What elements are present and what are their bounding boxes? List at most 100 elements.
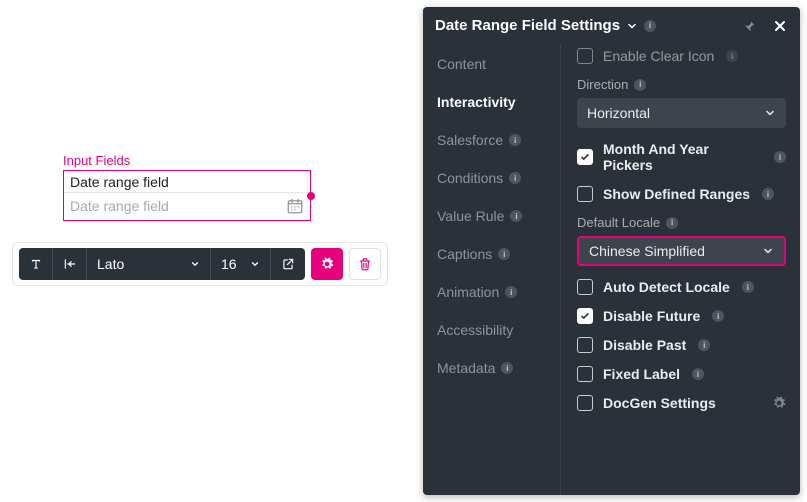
direction-value: Horizontal [587,105,650,121]
align-button[interactable] [53,248,87,280]
check-icon [580,311,590,321]
sidebar-tab-label: Value Rule [437,208,504,224]
sidebar-tab-metadata[interactable]: Metadata i [437,360,560,376]
info-icon[interactable]: i [644,20,656,32]
chevron-down-icon [190,259,200,269]
docgen-settings-row[interactable]: DocGen Settings [577,395,786,411]
info-icon[interactable]: i [505,286,517,298]
sidebar-tab-label: Salesforce [437,132,503,148]
checkbox[interactable] [577,366,593,382]
auto-detect-locale-row[interactable]: Auto Detect Locale i [577,279,786,295]
pin-icon[interactable] [742,19,756,33]
info-icon[interactable]: i [726,50,738,62]
option-label: Month And Year Pickers [603,141,762,173]
sidebar-tab-label: Animation [437,284,499,300]
check-icon [580,152,590,162]
sidebar-tab-conditions[interactable]: Conditionsi [437,170,560,186]
disable-future-row[interactable]: Disable Future i [577,308,786,324]
sidebar-tab-label: Content [437,56,486,72]
settings-panel: Date Range Field Settings i Content Inter… [423,7,800,495]
info-icon[interactable]: i [762,188,774,200]
sidebar-tab-accessibility[interactable]: Accessibility [437,322,560,338]
widget-label: Date range field [64,171,310,193]
settings-column: Enable Clear Icon i Direction i Horizont… [560,44,800,495]
sidebar-tab-label: Metadata [437,360,495,376]
option-label: DocGen Settings [603,395,716,411]
font-size-select[interactable]: 16 [211,248,271,280]
chevron-down-icon [762,245,774,257]
sidebar-tab-label: Accessibility [437,322,513,338]
align-left-icon [63,257,77,271]
info-icon[interactable]: i [509,134,521,146]
calendar-icon[interactable] [286,197,304,215]
trash-icon [358,257,372,271]
option-label: Show Defined Ranges [603,186,750,202]
text-icon [29,257,43,271]
chevron-down-icon[interactable] [626,20,638,32]
fixed-label-row[interactable]: Fixed Label i [577,366,786,382]
default-locale-label: Default Locale i [577,215,786,230]
close-icon[interactable] [772,18,788,34]
info-icon[interactable]: i [712,310,724,322]
info-icon[interactable]: i [498,248,510,260]
widget-input-row[interactable]: Date range field [64,193,310,220]
text-style-button[interactable] [19,248,53,280]
chevron-down-icon [764,107,776,119]
widget-placeholder: Date range field [70,198,282,214]
checkbox[interactable] [577,337,593,353]
direction-select[interactable]: Horizontal [577,98,786,128]
sidebar-tab-salesforce[interactable]: Salesforce i [437,132,560,148]
direction-label: Direction i [577,77,786,92]
widget-frame[interactable]: Date range field Date range field [63,170,311,221]
panel-header: Date Range Field Settings i [423,7,800,44]
enable-clear-icon-row[interactable]: Enable Clear Icon i [577,48,786,64]
checkbox[interactable] [577,149,593,165]
delete-button[interactable] [349,248,381,280]
sidebar-tab-label: Interactivity [437,94,516,110]
checkbox[interactable] [577,48,593,64]
open-external-button[interactable] [271,248,305,280]
font-family-select[interactable]: Lato [87,248,211,280]
sidebar-tab-value-rule[interactable]: Value Rule i [437,208,560,224]
settings-button[interactable] [311,248,343,280]
option-label: Disable Future [603,308,700,324]
default-locale-value: Chinese Simplified [589,243,705,259]
checkbox[interactable] [577,186,593,202]
sidebar-tab-interactivity[interactable]: Interactivity [437,94,560,110]
info-icon[interactable]: i [666,217,678,229]
toolbar-dark-group: Lato 16 [19,248,305,280]
info-icon[interactable]: i [501,362,513,374]
info-icon[interactable]: i [509,172,521,184]
month-year-pickers-row[interactable]: Month And Year Pickers i [577,141,786,173]
format-toolbar: Lato 16 [12,242,388,286]
info-icon[interactable]: i [742,281,754,293]
sidebar-tab-content[interactable]: Content [437,56,560,72]
info-icon[interactable]: i [774,151,786,163]
canvas-date-range-widget[interactable]: Input Fields Date range field Date range… [63,153,311,221]
checkbox[interactable] [577,308,593,324]
font-size-value: 16 [221,256,237,272]
info-icon[interactable]: i [634,79,646,91]
sidebar-tab-label: Captions [437,246,492,262]
info-icon[interactable]: i [510,210,522,222]
option-label: Disable Past [603,337,686,353]
default-locale-select[interactable]: Chinese Simplified [577,236,786,266]
disable-past-row[interactable]: Disable Past i [577,337,786,353]
checkbox[interactable] [577,279,593,295]
option-label: Auto Detect Locale [603,279,730,295]
sidebar-tab-animation[interactable]: Animation i [437,284,560,300]
info-icon[interactable]: i [692,368,704,380]
widget-caption: Input Fields [63,153,311,168]
gear-icon[interactable] [772,396,786,410]
panel-side-tabs: ContentInteractivitySalesforceiCondition… [423,44,560,495]
open-external-icon [281,257,295,271]
show-defined-ranges-row[interactable]: Show Defined Ranges i [577,186,786,202]
gear-icon [320,257,334,271]
option-label: Fixed Label [603,366,680,382]
panel-title: Date Range Field Settings [435,17,620,34]
info-icon[interactable]: i [698,339,710,351]
sidebar-tab-captions[interactable]: Captions i [437,246,560,262]
checkbox[interactable] [577,395,593,411]
font-family-value: Lato [97,256,124,272]
resize-handle[interactable] [307,192,315,200]
